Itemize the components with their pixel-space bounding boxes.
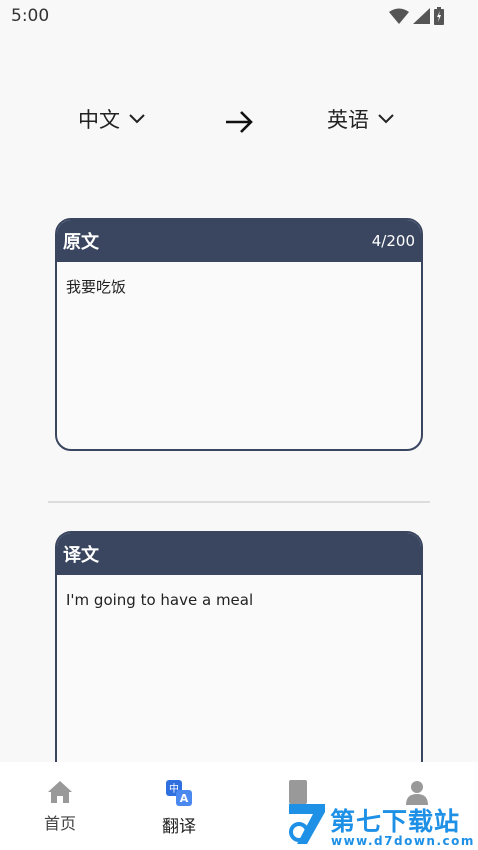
source-card-header: 原文 4/200 <box>57 220 421 262</box>
svg-text:A: A <box>180 792 189 805</box>
source-text-input[interactable]: 我要吃饭 <box>57 262 421 449</box>
watermark-logo-icon <box>289 804 325 844</box>
target-language-dropdown[interactable]: 英语 <box>327 104 395 134</box>
status-icons <box>389 7 444 25</box>
swap-arrow-icon[interactable] <box>224 110 254 134</box>
chevron-down-icon <box>129 114 145 124</box>
home-icon <box>48 781 72 803</box>
translate-icon: 中 A <box>166 780 192 806</box>
chevron-down-icon <box>378 114 394 124</box>
translation-output: I'm going to have a meal <box>66 591 254 609</box>
watermark-url: www.d7down.com <box>331 834 475 848</box>
watermark-text: 第七下载站 <box>330 807 461 836</box>
language-selector: 中文 英语 <box>0 104 478 140</box>
source-card-title: 原文 <box>63 232 99 253</box>
source-language-dropdown[interactable]: 中文 <box>78 104 146 134</box>
result-card-header: 译文 <box>57 533 421 575</box>
nav-home[interactable]: 首页 <box>20 780 100 834</box>
nav-home-label: 首页 <box>43 814 76 833</box>
char-count: 4/200 <box>371 232 415 250</box>
nav-translate-label: 翻译 <box>162 817 196 837</box>
wifi-icon <box>389 8 409 24</box>
signal-icon <box>413 8 430 24</box>
status-time: 5:00 <box>11 6 50 26</box>
watermark: 第七下载站 www.d7down.com <box>287 798 473 850</box>
source-card: 原文 4/200 我要吃饭 <box>55 218 423 451</box>
target-language-label: 英语 <box>327 108 369 132</box>
battery-icon <box>434 7 444 25</box>
source-language-label: 中文 <box>78 108 120 132</box>
screen: 5:00 中文 英语 原文 4/200 我要吃饭 译文 I'm going to… <box>0 0 478 850</box>
divider <box>48 501 430 503</box>
result-card-title: 译文 <box>63 545 99 566</box>
status-bar: 5:00 <box>0 0 478 32</box>
nav-translate[interactable]: 中 A 翻译 <box>139 780 219 837</box>
result-card: 译文 I'm going to have a meal <box>55 531 423 771</box>
